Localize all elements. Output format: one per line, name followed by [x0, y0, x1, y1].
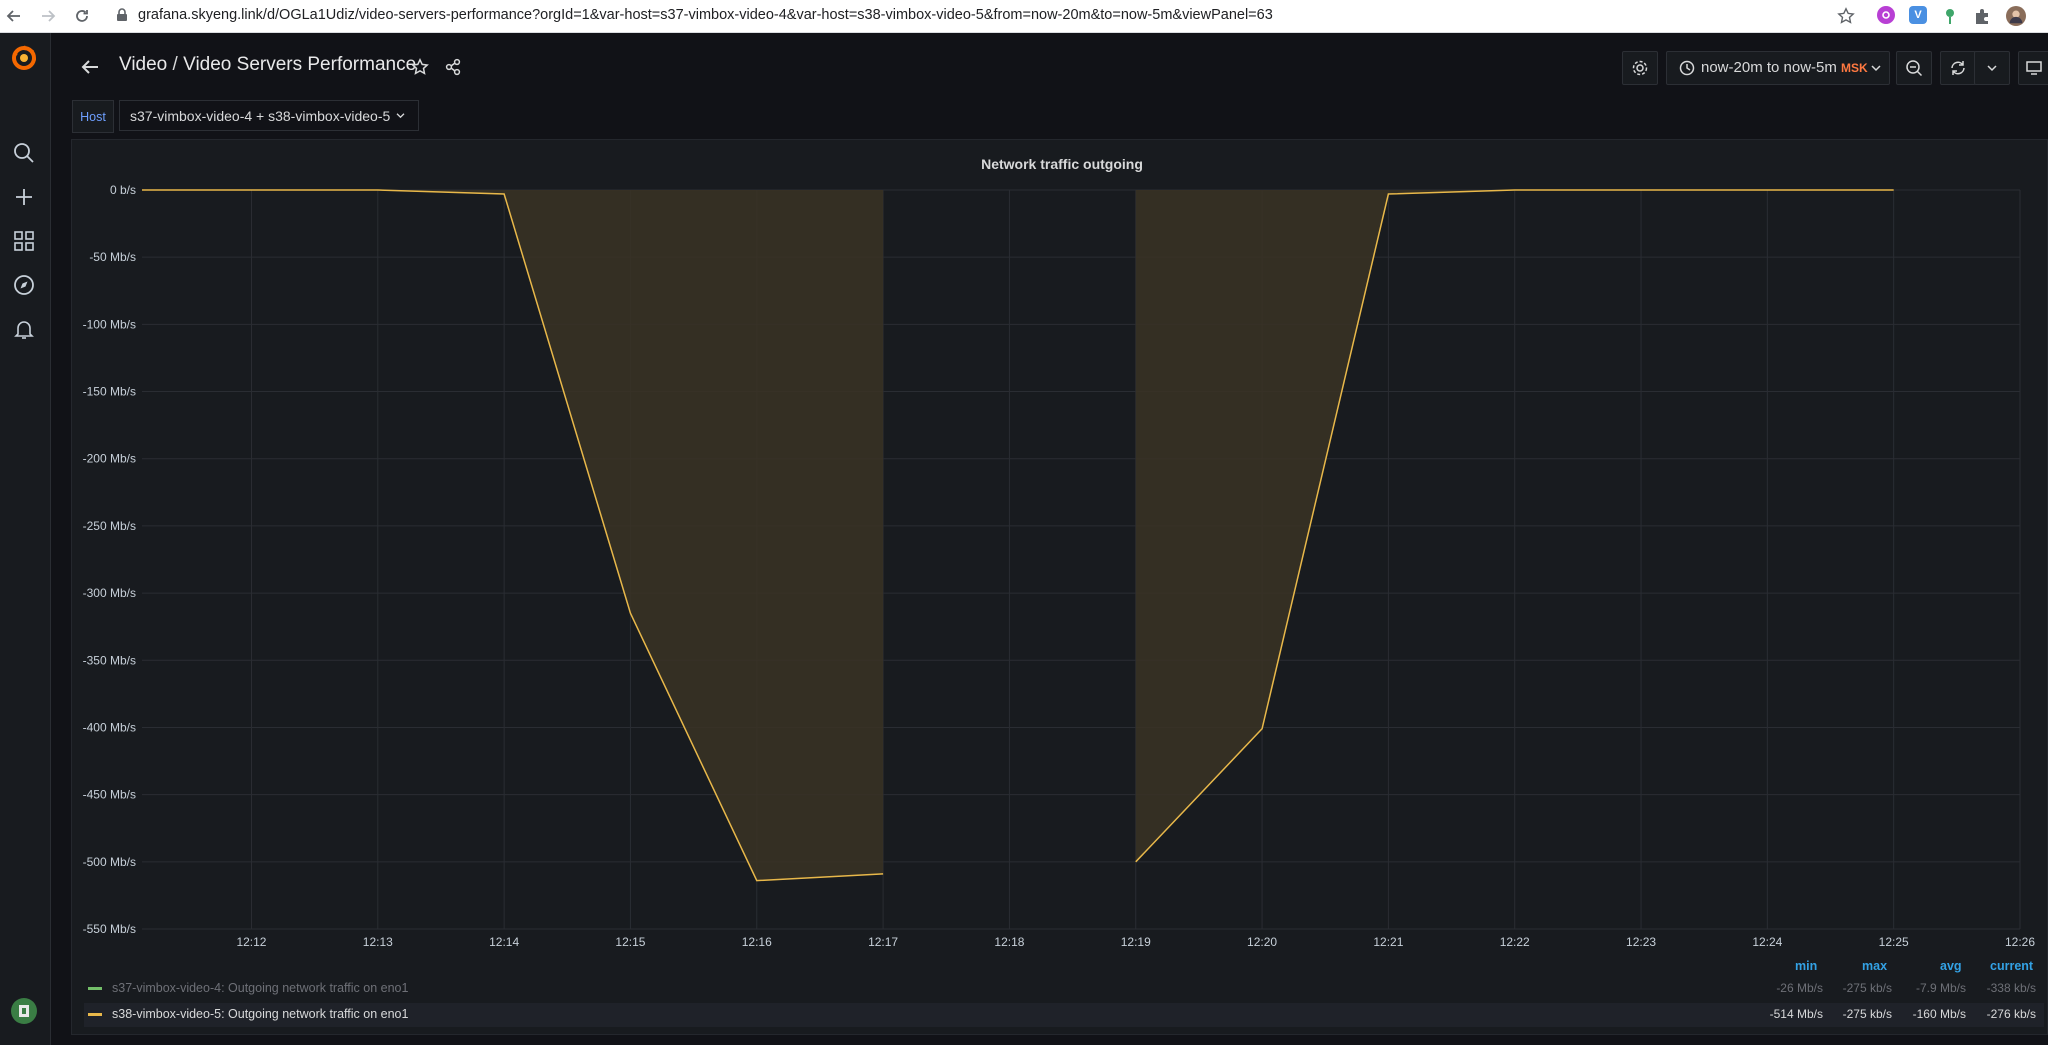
legend-swatch[interactable]	[88, 1013, 102, 1016]
x-tick-label: 12:20	[1247, 935, 1277, 949]
x-tick-label: 12:13	[363, 935, 393, 949]
legend-header-current[interactable]: current	[1990, 959, 2033, 973]
legend-row[interactable]: s38-vimbox-video-5: Outgoing network tra…	[84, 1003, 2044, 1027]
x-tick-label: 12:19	[1121, 935, 1151, 949]
y-tick-label: -100 Mb/s	[83, 317, 136, 331]
x-tick-label: 12:15	[615, 935, 645, 949]
x-tick-label: 12:21	[1373, 935, 1403, 949]
y-tick-label: -550 Mb/s	[83, 922, 136, 936]
legend-row[interactable]: s37-vimbox-video-4: Outgoing network tra…	[84, 977, 2044, 1001]
legend-current: -338 kb/s	[1986, 981, 2036, 995]
network-traffic-chart[interactable]: 0 b/s -50 Mb/s -100 Mb/s -150 Mb/s -200 Mb/s…	[0, 0, 2048, 1045]
y-tick-label: -350 Mb/s	[83, 653, 136, 667]
y-tick-label: -250 Mb/s	[83, 519, 136, 533]
legend-swatch[interactable]	[88, 987, 102, 990]
legend-min: -26 Mb/s	[1776, 981, 1823, 995]
y-tick-label: -400 Mb/s	[83, 720, 136, 734]
legend-series-name[interactable]: s37-vimbox-video-4: Outgoing network tra…	[112, 981, 408, 995]
legend-series-name[interactable]: s38-vimbox-video-5: Outgoing network tra…	[112, 1007, 408, 1021]
legend-min: -514 Mb/s	[1769, 1007, 1823, 1021]
x-tick-label: 12:22	[1500, 935, 1530, 949]
x-tick-label: 12:12	[236, 935, 266, 949]
legend-header-avg[interactable]: avg	[1940, 959, 1962, 973]
series-area	[142, 190, 884, 881]
y-tick-label: -50 Mb/s	[89, 250, 136, 264]
y-tick-label: -200 Mb/s	[83, 452, 136, 466]
x-tick-label: 12:24	[1752, 935, 1782, 949]
x-tick-label: 12:14	[489, 935, 519, 949]
legend-current: -276 kb/s	[1986, 1007, 2036, 1021]
x-tick-label: 12:26	[2005, 935, 2035, 949]
legend-avg: -7.9 Mb/s	[1915, 981, 1966, 995]
y-tick-label: -450 Mb/s	[83, 788, 136, 802]
legend-max: -275 kb/s	[1842, 1007, 1892, 1021]
y-tick-label: -150 Mb/s	[83, 385, 136, 399]
y-tick-label: 0 b/s	[110, 183, 136, 197]
legend-max: -275 kb/s	[1842, 981, 1892, 995]
y-tick-label: -300 Mb/s	[83, 586, 136, 600]
x-tick-label: 12:23	[1626, 935, 1656, 949]
legend-header-min[interactable]: min	[1795, 959, 1817, 973]
x-tick-label: 12:18	[994, 935, 1024, 949]
x-tick-label: 12:16	[742, 935, 772, 949]
legend-avg: -160 Mb/s	[1912, 1007, 1966, 1021]
y-tick-label: -500 Mb/s	[83, 855, 136, 869]
x-tick-label: 12:25	[1879, 935, 1909, 949]
x-tick-label: 12:17	[868, 935, 898, 949]
legend-header-max[interactable]: max	[1862, 959, 1887, 973]
